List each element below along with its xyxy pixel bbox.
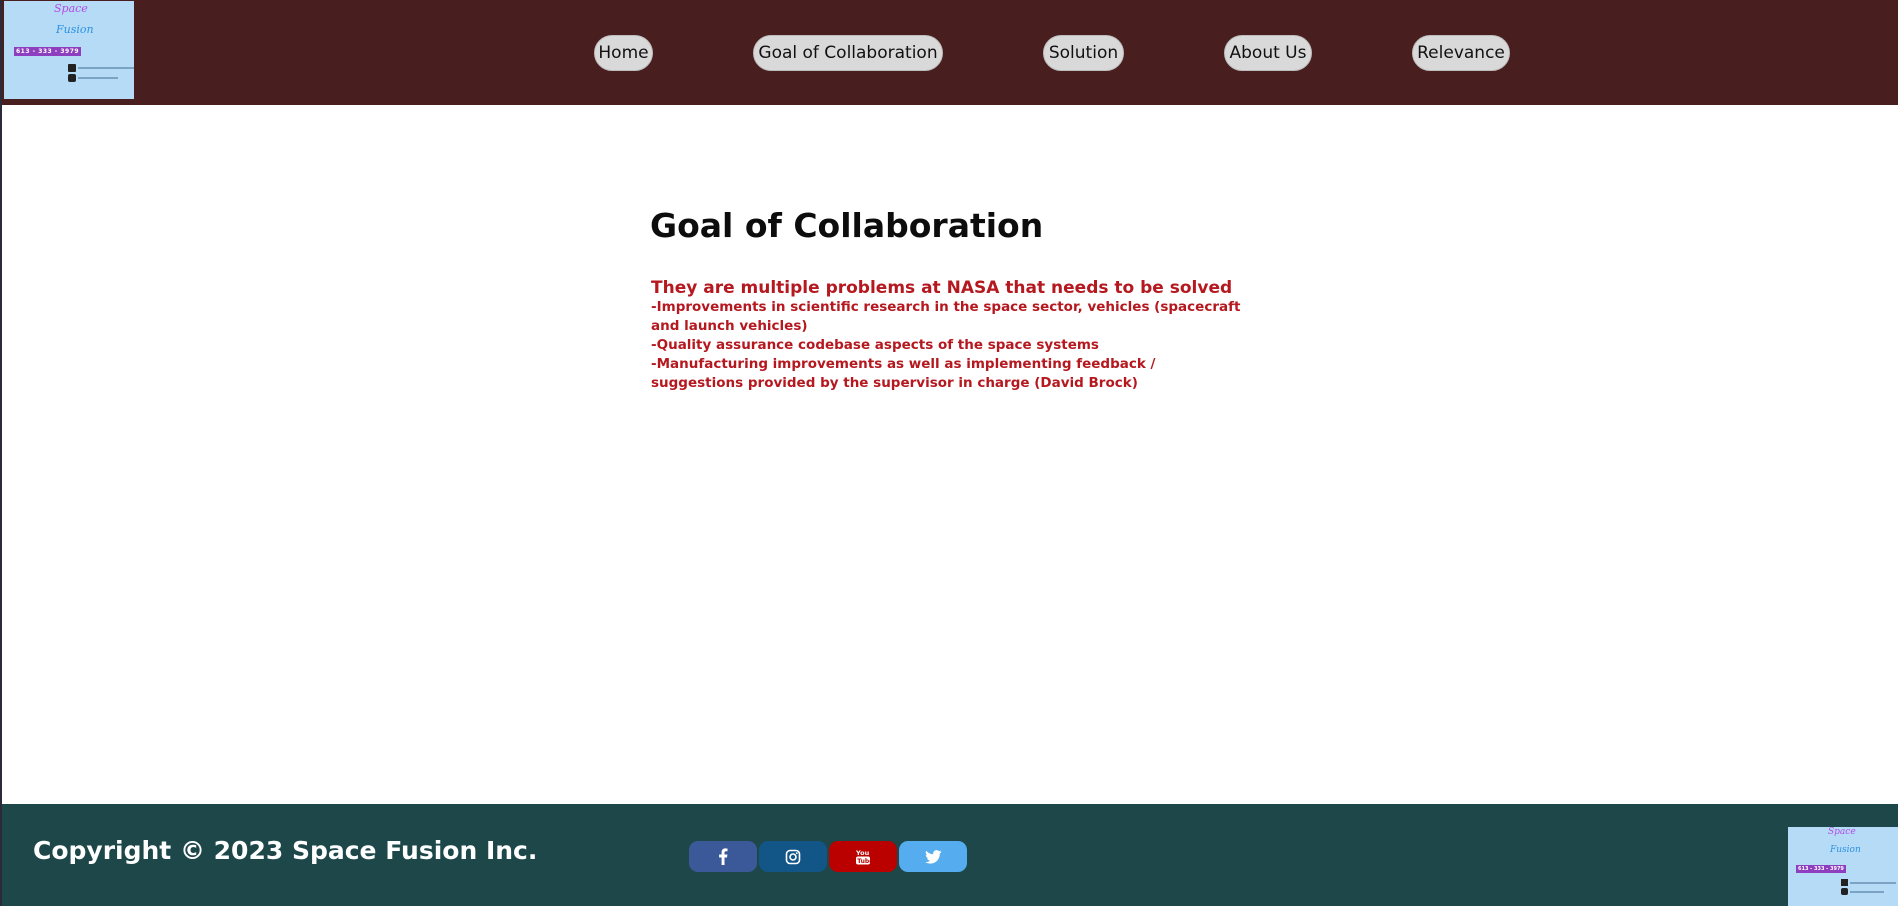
- facebook-icon: [1841, 879, 1848, 886]
- instagram-button[interactable]: [759, 841, 827, 872]
- youtube-icon: You Tube: [855, 849, 871, 865]
- page-title: Goal of Collaboration: [650, 206, 1044, 245]
- instagram-icon: [785, 849, 801, 864]
- content-section: They are multiple problems at NASA that …: [651, 278, 1251, 393]
- instagram-icon: [68, 74, 76, 82]
- logo-text-line: [78, 77, 118, 79]
- content-line: -Improvements in scientific research in …: [651, 299, 1241, 334]
- logo-phone: 613 - 333 - 3979: [1796, 865, 1846, 873]
- nav-home[interactable]: Home: [594, 35, 653, 71]
- site-header: Space Fusion 613 - 333 - 3979 Home Goal …: [2, 0, 1898, 105]
- logo-text-line: [78, 67, 134, 69]
- content-line: -Quality assurance codebase aspects of t…: [651, 337, 1099, 353]
- youtube-button[interactable]: You Tube: [829, 841, 897, 872]
- site-footer: Copyright © 2023 Space Fusion Inc. You T…: [2, 804, 1898, 906]
- content-line: -Manufacturing improvements as well as i…: [651, 356, 1156, 391]
- logo-word-fusion: Fusion: [56, 23, 94, 36]
- nav-solution[interactable]: Solution: [1043, 35, 1124, 71]
- facebook-icon: [68, 64, 76, 72]
- svg-text:Tube: Tube: [857, 858, 871, 865]
- header-logo[interactable]: Space Fusion 613 - 333 - 3979: [4, 1, 134, 99]
- svg-text:You: You: [855, 849, 870, 857]
- nav-goal-of-collaboration[interactable]: Goal of Collaboration: [753, 35, 943, 71]
- logo-word-fusion: Fusion: [1830, 845, 1861, 855]
- logo-text-line: [1850, 891, 1884, 893]
- facebook-icon: [719, 848, 728, 865]
- nav-about-us[interactable]: About Us: [1224, 35, 1312, 71]
- facebook-button[interactable]: [689, 841, 757, 872]
- logo-word-space: Space: [54, 2, 88, 15]
- twitter-button[interactable]: [899, 841, 967, 872]
- instagram-icon: [1841, 888, 1848, 895]
- nav-relevance[interactable]: Relevance: [1412, 35, 1510, 71]
- footer-logo[interactable]: Space Fusion 613 - 333 - 3979: [1788, 827, 1898, 906]
- twitter-icon: [924, 849, 942, 864]
- content-lead: They are multiple problems at NASA that …: [651, 278, 1233, 298]
- copyright-text: Copyright © 2023 Space Fusion Inc.: [33, 836, 538, 865]
- logo-word-space: Space: [1828, 827, 1856, 837]
- logo-phone: 613 - 333 - 3979: [14, 47, 82, 56]
- logo-text-line: [1850, 882, 1896, 884]
